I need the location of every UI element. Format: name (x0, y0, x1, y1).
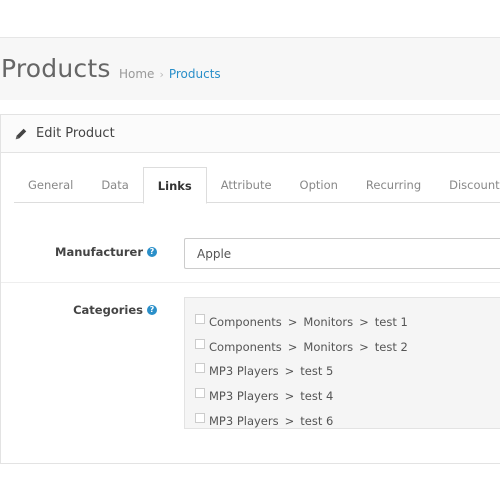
categories-label: Categories ? (73, 303, 157, 317)
category-separator: > (287, 315, 298, 330)
category-separator: > (284, 389, 295, 404)
manufacturer-row: Manufacturer ? Apple (1, 219, 500, 283)
tab-recurring[interactable]: Recurring (352, 167, 435, 203)
category-separator: > (359, 315, 369, 330)
category-label: Monitors (303, 339, 354, 354)
tab-option[interactable]: Option (286, 167, 352, 203)
category-item: MP3 Players > test 6 (185, 408, 500, 428)
category-label: MP3 Players (209, 413, 279, 428)
category-label: MP3 Players (209, 364, 279, 379)
category-label: test 6 (300, 413, 334, 428)
category-item: Components > Monitors > test 1 (185, 310, 500, 335)
category-label: test 1 (374, 315, 408, 330)
top-bar (0, 0, 500, 38)
category-item: MP3 Players > test 4 (185, 384, 500, 409)
category-separator: > (287, 339, 298, 354)
tab-bar: General Data Links Attribute Option Recurring… (14, 167, 500, 204)
category-label: test 4 (300, 389, 334, 404)
category-label: Components (209, 339, 282, 354)
category-checkbox[interactable] (195, 363, 205, 374)
help-icon[interactable]: ? (147, 305, 157, 315)
category-label: test 5 (300, 364, 334, 379)
pencil-icon (15, 128, 27, 139)
categories-row: Categories ? Components > Monitors > test 1C… (1, 283, 500, 463)
category-label: MP3 Players (209, 389, 279, 404)
tab-general[interactable]: General (14, 167, 87, 203)
category-label: Monitors (303, 315, 354, 330)
tab-discount[interactable]: Discount (435, 167, 500, 203)
category-separator: > (284, 413, 295, 428)
breadcrumb-separator: › (159, 67, 164, 81)
page-title: Products (1, 54, 111, 83)
category-item: Components > Monitors > test 2 (185, 335, 500, 360)
edit-product-panel: Edit Product General Data Links Attribute Op… (0, 114, 500, 464)
category-separator: > (359, 339, 369, 354)
manufacturer-label: Manufacturer ? (55, 245, 157, 259)
category-checkbox[interactable] (195, 338, 205, 349)
category-separator: > (284, 364, 295, 379)
category-checkbox[interactable] (195, 388, 205, 399)
category-label: test 2 (374, 339, 408, 354)
manufacturer-input[interactable]: Apple (184, 238, 500, 269)
tab-links[interactable]: Links (142, 167, 207, 204)
tab-attribute[interactable]: Attribute (207, 167, 286, 203)
breadcrumb-home-link[interactable]: Home (119, 67, 154, 81)
category-checkbox[interactable] (195, 314, 205, 325)
category-label: Components (209, 315, 282, 330)
tab-data[interactable]: Data (87, 167, 142, 203)
category-item: MP3 Players > test 5 (185, 359, 500, 384)
category-checkbox[interactable] (195, 412, 205, 423)
categories-list[interactable]: Components > Monitors > test 1 Components > Mon… (184, 297, 500, 429)
panel-heading: Edit Product (1, 115, 500, 153)
panel-title: Edit Product (36, 126, 115, 141)
help-icon[interactable]: ? (147, 247, 157, 257)
breadcrumb: Home › Products (119, 67, 221, 81)
breadcrumb-products-link[interactable]: Products (169, 67, 221, 81)
